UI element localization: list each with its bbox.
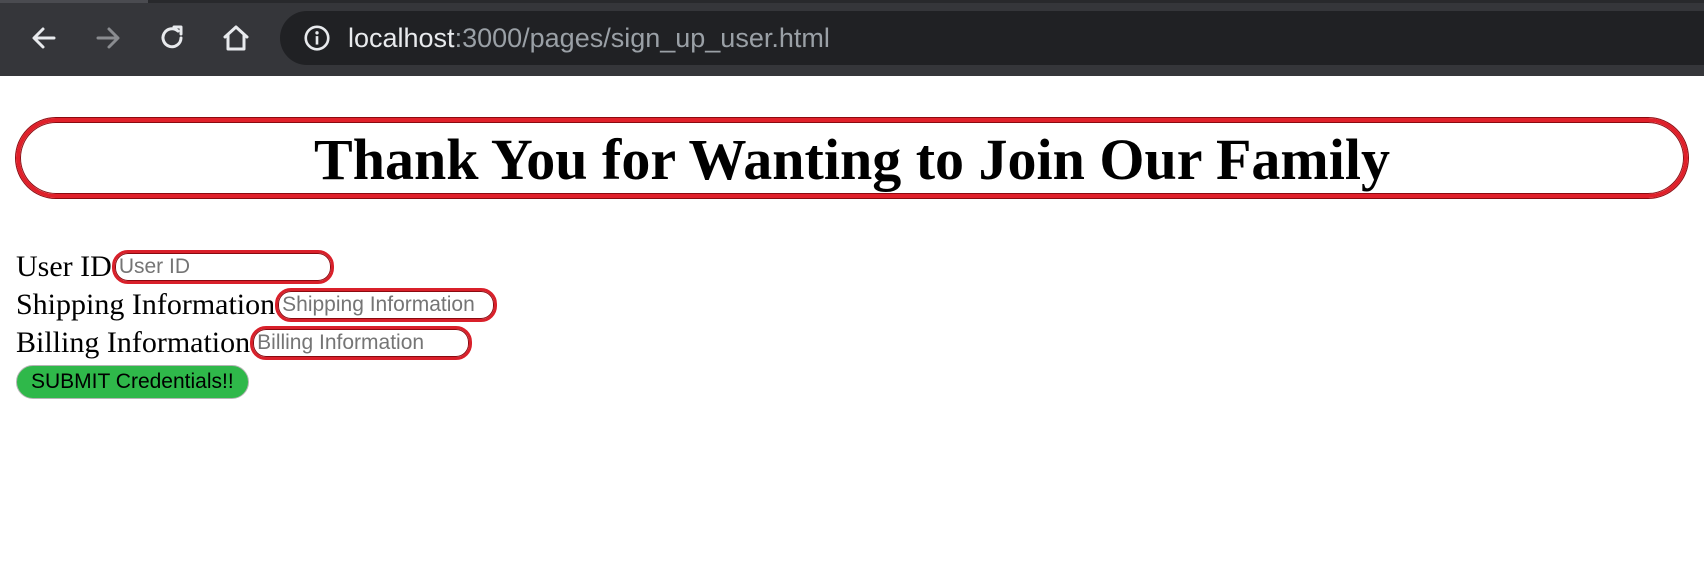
shipping-label: Shipping Information — [16, 288, 276, 321]
page-title: Thank You for Wanting to Join Our Family — [314, 127, 1390, 192]
title-banner: Thank You for Wanting to Join Our Family — [16, 118, 1688, 198]
url-host: localhost — [348, 22, 455, 53]
back-button[interactable] — [24, 18, 64, 58]
shipping-row: Shipping Information — [16, 286, 498, 324]
arrow-right-icon — [96, 27, 120, 49]
arrow-left-icon — [32, 27, 56, 49]
user-id-input[interactable] — [111, 250, 334, 284]
url-text: localhost:3000/pages/sign_up_user.html — [348, 23, 830, 54]
page-content: Thank You for Wanting to Join Our Family… — [0, 76, 1704, 566]
home-button[interactable] — [216, 18, 256, 58]
url-path: :3000/pages/sign_up_user.html — [454, 22, 830, 53]
shipping-input[interactable] — [275, 288, 498, 322]
submit-button[interactable]: SUBMIT Credentials!! — [16, 365, 249, 399]
user-id-row: User ID — [16, 248, 497, 286]
browser-toolbar: localhost:3000/pages/sign_up_user.html — [0, 0, 1704, 76]
reload-button[interactable] — [152, 18, 192, 58]
home-icon — [223, 25, 249, 51]
tab-strip — [148, 0, 1704, 3]
address-bar[interactable]: localhost:3000/pages/sign_up_user.html — [280, 11, 1704, 65]
sign-up-form: User ID Shipping Information Billing Inf… — [16, 248, 498, 399]
info-icon[interactable] — [302, 22, 334, 54]
billing-row: Billing Information — [16, 324, 497, 362]
forward-button[interactable] — [88, 18, 128, 58]
user-id-label: User ID — [16, 250, 112, 283]
reload-icon — [161, 25, 183, 49]
billing-input[interactable] — [250, 326, 473, 360]
active-tab-edge — [0, 0, 148, 3]
billing-label: Billing Information — [16, 326, 251, 359]
